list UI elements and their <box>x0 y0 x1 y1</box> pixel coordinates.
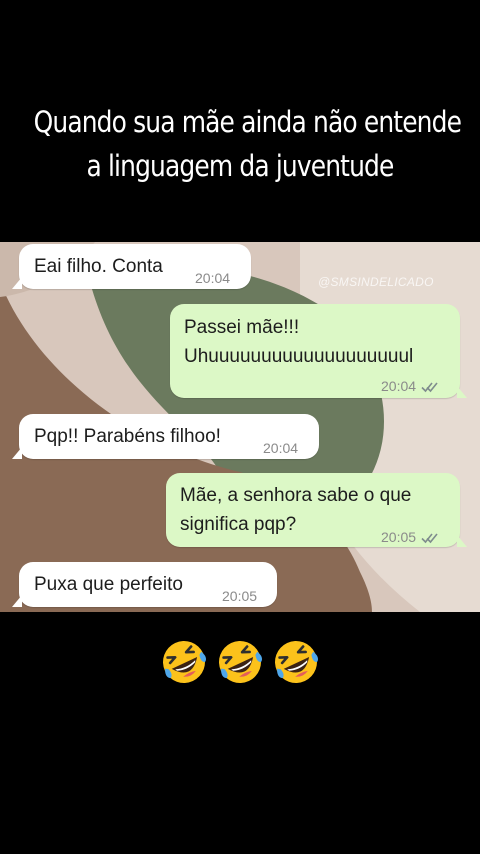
reaction-emojis <box>0 638 480 686</box>
message-time: 20:04 <box>195 264 230 293</box>
chat-screenshot: @SMSINDELICADO Eai filho. Conta 20:04 Pa… <box>0 242 480 612</box>
message-line-2: significa pqp? <box>180 514 297 535</box>
message-line-1: Passei mãe!!! <box>184 317 300 338</box>
timestamp: 20:04 <box>263 440 299 456</box>
message-line-2: Uhuuuuuuuuuuuuuuuuuuul <box>184 346 414 367</box>
meme-caption: Quando sua mãe ainda não entende a lingu… <box>33 100 462 188</box>
message-time: 20:04 <box>263 434 298 463</box>
message-outgoing[interactable]: Passei mãe!!! Uhuuuuuuuuuuuuuuuuuuul 20:… <box>170 304 467 401</box>
message-outgoing[interactable]: Mãe, a senhora sabe o que significa pqp?… <box>166 473 467 547</box>
message-incoming[interactable]: Eai filho. Conta 20:04 <box>12 244 251 289</box>
message-line-1: Mãe, a senhora sabe o que <box>180 485 412 506</box>
message-text: Puxa que perfeito <box>34 574 183 595</box>
caption-line-1: Quando sua mãe ainda não entende <box>33 105 462 139</box>
rolling-on-floor-laughing-icon <box>272 638 320 686</box>
message-incoming[interactable]: Pqp!! Parabéns filhoo! 20:04 <box>12 414 319 459</box>
message-text: Eai filho. Conta <box>34 256 163 277</box>
timestamp: 20:04 <box>195 270 231 286</box>
message-text: Pqp!! Parabéns filhoo! <box>34 426 221 447</box>
timestamp: 20:05 <box>222 588 258 604</box>
timestamp: 20:04 <box>381 378 417 394</box>
watermark: @SMSINDELICADO <box>318 275 434 289</box>
message-meta: 20:04 <box>381 372 439 401</box>
message-incoming[interactable]: Puxa que perfeito 20:05 <box>12 562 277 607</box>
message-time: 20:05 <box>222 582 257 611</box>
timestamp: 20:05 <box>381 529 417 545</box>
rolling-on-floor-laughing-icon <box>160 638 208 686</box>
read-receipt-icon <box>421 381 439 393</box>
rolling-on-floor-laughing-icon <box>216 638 264 686</box>
message-meta: 20:05 <box>381 523 439 552</box>
caption-line-2: a linguagem da juventude <box>86 149 394 183</box>
read-receipt-icon <box>421 532 439 544</box>
